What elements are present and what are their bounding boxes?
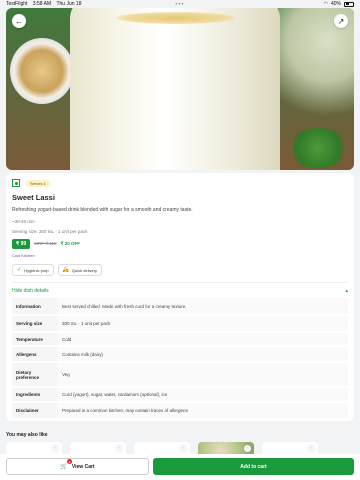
cart-count-badge: 1 bbox=[66, 459, 72, 464]
scooter-icon: 🛵 bbox=[62, 267, 69, 273]
heart-icon[interactable]: ♡ bbox=[52, 445, 59, 452]
details-value: Prepared in a common kitchen; may contai… bbox=[58, 402, 348, 420]
price-row: ₹ 99 MRP ₹ 119 ₹ 20 OFF bbox=[12, 239, 348, 249]
details-key: Dietary preference bbox=[12, 362, 58, 388]
hide-details-label: Hide dish details bbox=[12, 288, 49, 294]
hero-glass-topping bbox=[116, 12, 236, 24]
hide-details-toggle[interactable]: Hide dish details ▴ bbox=[12, 288, 348, 294]
discount-label: ₹ 20 OFF bbox=[60, 241, 80, 246]
veg-row: Serves 1 bbox=[12, 179, 348, 187]
heart-icon[interactable]: ♡ bbox=[180, 445, 187, 452]
hero-mint-leaves bbox=[288, 128, 348, 168]
multitask-dots-icon: ••• bbox=[175, 2, 185, 8]
product-description: Refreshing yogurt-based drink blended wi… bbox=[12, 207, 193, 213]
share-button[interactable]: ↗ bbox=[334, 14, 348, 28]
product-title: Sweet Lassi bbox=[12, 193, 55, 202]
details-row: Temperature Cold bbox=[12, 332, 348, 347]
suggestions-title: You may also like bbox=[6, 432, 48, 438]
details-key: Information bbox=[12, 298, 58, 316]
battery-icon bbox=[344, 1, 354, 7]
details-key: Ingredients bbox=[12, 387, 58, 403]
hero-nut-bowl bbox=[10, 38, 74, 104]
hero-lassi-glass bbox=[70, 8, 280, 170]
details-row: Information Best served chilled. Made wit… bbox=[12, 298, 348, 316]
feature-chips: ✓ Hygienic prep 🛵 Quick delivery bbox=[12, 264, 348, 276]
heart-icon[interactable]: ♡ bbox=[116, 445, 123, 452]
status-left: TestFlight 3:58 AM Thu Jun 18 bbox=[6, 1, 86, 7]
product-hero-image: ← ↗ bbox=[6, 8, 354, 170]
chevron-up-icon: ▴ bbox=[345, 288, 348, 294]
details-value: Curd (yogurt), sugar, water, cardamom (o… bbox=[58, 387, 348, 403]
mrp-price: MRP ₹ 119 bbox=[34, 241, 57, 246]
view-cart-label: View Cart bbox=[71, 463, 95, 470]
details-row: Serving size 300 mL · 1 unit per pack bbox=[12, 315, 348, 333]
status-time: 3:58 AM bbox=[32, 1, 52, 7]
details-key: Serving size bbox=[12, 315, 58, 333]
details-key: Disclaimer bbox=[12, 402, 58, 420]
chip-quick-delivery: 🛵 Quick delivery bbox=[57, 264, 103, 276]
veg-indicator-icon bbox=[12, 179, 20, 187]
details-value: 300 mL · 1 unit per pack bbox=[58, 315, 348, 333]
chip-hygienic-prep: ✓ Hygienic prep bbox=[12, 264, 54, 276]
heart-icon[interactable]: ♡ bbox=[244, 445, 251, 452]
details-value: Cold bbox=[58, 332, 348, 347]
battery-percent: 40% bbox=[330, 1, 341, 7]
add-to-cart-button[interactable]: Add to cart bbox=[153, 458, 354, 475]
product-details-card: Serves 1 Sweet Lassi Refreshing yogurt-b… bbox=[6, 173, 354, 421]
serving-size: Serving size: 300 mL · 1 unit per pack bbox=[12, 229, 88, 234]
cart-icon: 🛒 1 bbox=[60, 459, 72, 470]
chip-label: Hygienic prep bbox=[24, 267, 49, 273]
status-app: TestFlight bbox=[6, 1, 28, 7]
details-row: Dietary preference Veg bbox=[12, 362, 348, 388]
chip-label: Quick delivery bbox=[71, 267, 98, 273]
serves-badge: Serves 1 bbox=[26, 179, 50, 187]
details-row: Disclaimer Prepared in a common kitchen; … bbox=[12, 402, 348, 420]
divider bbox=[12, 282, 348, 283]
bottom-action-bar: 🛒 1 View Cart Add to cart bbox=[0, 454, 360, 480]
dish-details-table: Information Best served chilled. Made wit… bbox=[12, 298, 348, 420]
status-right: ◠ 40% bbox=[324, 1, 354, 7]
wifi-icon: ◠ bbox=[323, 1, 328, 7]
details-value: Veg bbox=[58, 362, 348, 388]
details-key: Temperature bbox=[12, 332, 58, 347]
view-cart-button[interactable]: 🛒 1 View Cart bbox=[6, 458, 149, 475]
status-bar: TestFlight 3:58 AM Thu Jun 18 ••• ◠ 40% bbox=[0, 0, 360, 8]
price-badge: ₹ 99 bbox=[12, 239, 31, 249]
details-value: Best served chilled. Made with fresh cur… bbox=[58, 298, 348, 316]
delivery-time: ~30-40 min bbox=[12, 219, 35, 224]
back-button[interactable]: ← bbox=[12, 14, 26, 28]
heart-icon[interactable]: ♡ bbox=[308, 445, 315, 452]
details-row: Ingredients Curd (yogurt), sugar, water, … bbox=[12, 387, 348, 403]
details-key: Allergens bbox=[12, 346, 58, 363]
arrow-left-icon: ← bbox=[15, 16, 23, 26]
kitchen-label: Cold Kitchen bbox=[12, 253, 35, 258]
status-date: Thu Jun 18 bbox=[56, 1, 82, 7]
share-arrow-icon: ↗ bbox=[337, 16, 345, 26]
check-icon: ✓ bbox=[17, 267, 22, 273]
details-row: Allergens Contains milk (dairy) bbox=[12, 346, 348, 363]
details-value: Contains milk (dairy) bbox=[58, 346, 348, 363]
